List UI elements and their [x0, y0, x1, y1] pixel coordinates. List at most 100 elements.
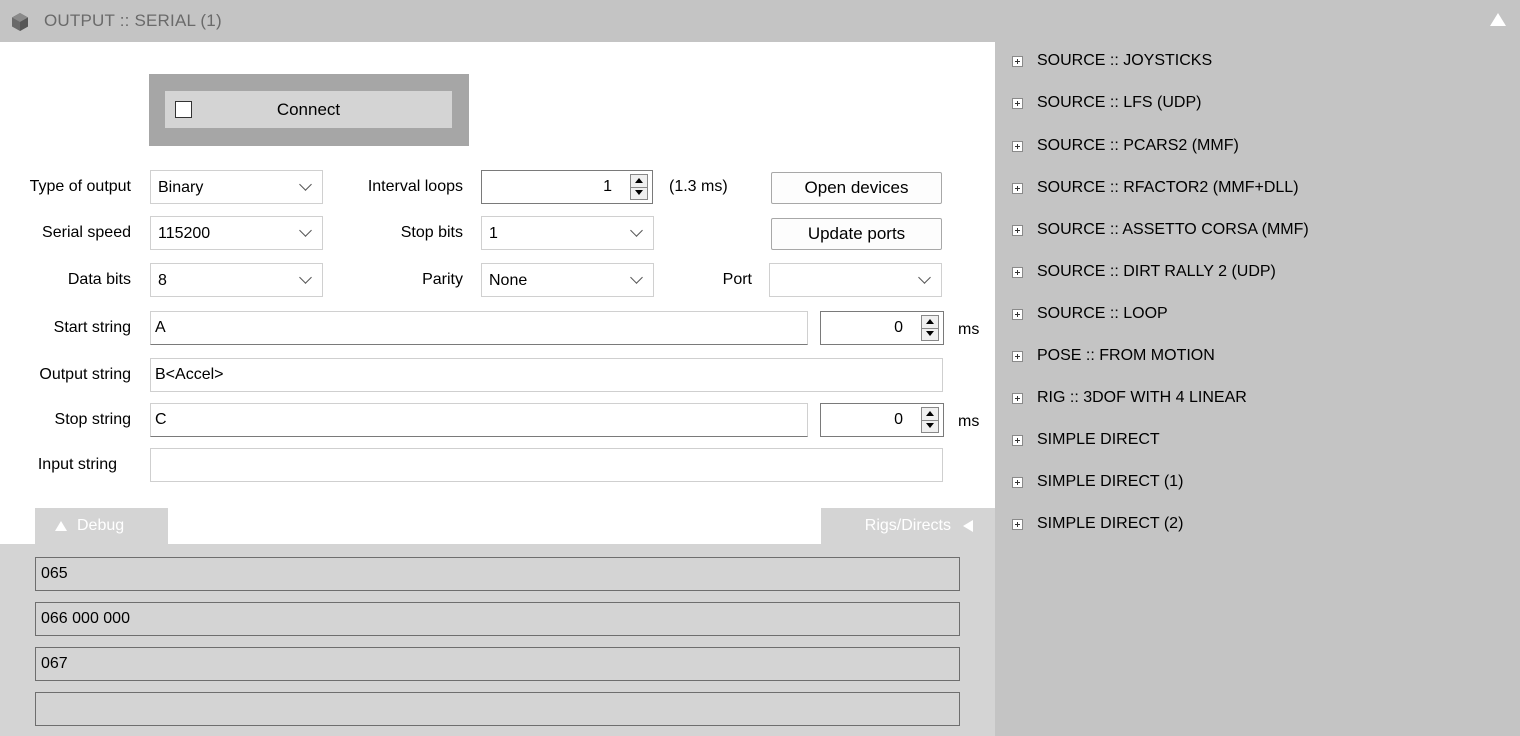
data-bits-label: Data bits	[67, 271, 131, 288]
chevron-down-icon	[299, 178, 312, 191]
tree-item-label: SOURCE :: RFACTOR2 (MMF+DLL)	[1037, 179, 1299, 196]
triangle-up-icon	[55, 521, 67, 531]
tree-item-label: SOURCE :: PCARS2 (MMF)	[1037, 137, 1239, 154]
window-title: OUTPUT :: SERIAL (1)	[44, 11, 222, 30]
plus-box-icon[interactable]	[1012, 350, 1023, 362]
debug-line-text: 067	[41, 655, 68, 672]
title-bar	[0, 0, 1520, 42]
parity-label: Parity	[422, 271, 463, 288]
tree-item[interactable]: SIMPLE DIRECT	[1012, 428, 1160, 452]
tree-item[interactable]: SOURCE :: DIRT RALLY 2 (UDP)	[1012, 260, 1276, 284]
spinner-arrows-icon[interactable]	[921, 407, 939, 433]
tree-item-label: SIMPLE DIRECT (1)	[1037, 473, 1184, 490]
plus-box-icon[interactable]	[1012, 392, 1023, 404]
spinner-arrows-icon[interactable]	[630, 174, 648, 200]
debug-line[interactable]	[35, 692, 960, 726]
start-string-input[interactable]: A	[150, 311, 808, 345]
tree-item-label: RIG :: 3DOF WITH 4 LINEAR	[1037, 389, 1247, 406]
plus-box-icon[interactable]	[1012, 434, 1023, 446]
triangle-up-icon[interactable]	[1490, 13, 1506, 26]
stop-bits-value: 1	[489, 225, 498, 242]
serial-speed-value: 115200	[158, 225, 211, 242]
parity-select[interactable]: None	[481, 263, 654, 297]
spinner-arrows-icon[interactable]	[921, 315, 939, 341]
tree-item[interactable]: SOURCE :: ASSETTO CORSA (MMF)	[1012, 218, 1309, 242]
interval-loops-value: 1	[603, 178, 612, 195]
stop-string-value: C	[155, 411, 167, 428]
stop-delay-value: 0	[894, 411, 903, 428]
connect-button[interactable]: Connect	[165, 91, 452, 128]
tree-item[interactable]: SIMPLE DIRECT (2)	[1012, 512, 1183, 536]
start-delay-spinner[interactable]: 0	[820, 311, 944, 345]
stop-string-label: Stop string	[54, 411, 131, 428]
tree-item[interactable]: SOURCE :: LFS (UDP)	[1012, 91, 1201, 115]
start-delay-unit: ms	[958, 321, 980, 338]
plus-box-icon[interactable]	[1012, 476, 1023, 488]
triangle-left-icon	[963, 520, 973, 532]
plus-box-icon[interactable]	[1012, 266, 1023, 278]
chevron-down-icon	[299, 271, 312, 284]
interval-time-note: (1.3 ms)	[669, 178, 728, 195]
type-of-output-select[interactable]: Binary	[150, 170, 323, 204]
cube-icon	[12, 13, 28, 31]
tab-debug-label: Debug	[77, 517, 125, 534]
tree-item-label: SOURCE :: DIRT RALLY 2 (UDP)	[1037, 263, 1276, 280]
tree-item-label: SIMPLE DIRECT (2)	[1037, 515, 1184, 532]
stop-string-input[interactable]: C	[150, 403, 808, 437]
plus-box-icon[interactable]	[1012, 55, 1023, 67]
data-bits-value: 8	[158, 272, 167, 289]
plus-box-icon[interactable]	[1012, 308, 1023, 320]
stop-bits-select[interactable]: 1	[481, 216, 654, 250]
update-ports-button[interactable]: Update ports	[771, 218, 942, 250]
type-of-output-label: Type of output	[29, 178, 131, 195]
type-of-output-value: Binary	[158, 179, 204, 196]
connect-checkbox[interactable]	[175, 101, 192, 118]
debug-line-text: 066 000 000	[41, 610, 130, 627]
input-string-input[interactable]	[150, 448, 943, 482]
tree-item[interactable]: SOURCE :: LOOP	[1012, 302, 1168, 326]
port-select[interactable]	[769, 263, 942, 297]
tree-item[interactable]: RIG :: 3DOF WITH 4 LINEAR	[1012, 386, 1247, 410]
tab-rigs-directs[interactable]: Rigs/Directs	[821, 508, 995, 544]
data-bits-select[interactable]: 8	[150, 263, 323, 297]
tree-item[interactable]: SOURCE :: JOYSTICKS	[1012, 49, 1212, 73]
start-string-value: A	[155, 319, 166, 336]
plus-box-icon[interactable]	[1012, 182, 1023, 194]
tree-item-label: SOURCE :: JOYSTICKS	[1037, 52, 1213, 69]
stop-delay-spinner[interactable]: 0	[820, 403, 944, 437]
port-label: Port	[722, 271, 752, 288]
debug-line[interactable]: 067	[35, 647, 960, 681]
debug-line-text: 065	[41, 565, 68, 582]
serial-speed-label: Serial speed	[42, 224, 131, 241]
chevron-down-icon	[299, 224, 312, 237]
tree-item-label: POSE :: FROM MOTION	[1037, 347, 1215, 364]
serial-speed-select[interactable]: 115200	[150, 216, 323, 250]
open-devices-button[interactable]: Open devices	[771, 172, 942, 204]
tab-rigs-directs-label: Rigs/Directs	[864, 517, 951, 534]
interval-loops-spinner[interactable]: 1	[481, 170, 653, 204]
tree-item-label: SOURCE :: LFS (UDP)	[1037, 94, 1202, 111]
tree-item[interactable]: SOURCE :: RFACTOR2 (MMF+DLL)	[1012, 176, 1299, 200]
plus-box-icon[interactable]	[1012, 518, 1023, 530]
interval-loops-label: Interval loops	[367, 178, 463, 195]
plus-box-icon[interactable]	[1012, 224, 1023, 236]
tab-debug[interactable]: Debug	[35, 508, 168, 544]
tree-item[interactable]: SOURCE :: PCARS2 (MMF)	[1012, 134, 1239, 158]
tree-item-label: SIMPLE DIRECT	[1037, 431, 1160, 448]
plus-box-icon[interactable]	[1012, 140, 1023, 152]
debug-line[interactable]: 065	[35, 557, 960, 591]
debug-line[interactable]: 066 000 000	[35, 602, 960, 636]
output-string-input[interactable]: B<Accel>	[150, 358, 943, 392]
chevron-down-icon	[918, 271, 931, 284]
output-string-label: Output string	[39, 366, 131, 383]
output-string-value: B<Accel>	[155, 366, 224, 383]
tree-item[interactable]: SIMPLE DIRECT (1)	[1012, 470, 1183, 494]
open-devices-label: Open devices	[804, 178, 909, 197]
connect-button-label: Connect	[276, 99, 341, 119]
plus-box-icon[interactable]	[1012, 97, 1023, 109]
start-delay-value: 0	[894, 319, 903, 336]
parity-value: None	[489, 272, 528, 289]
stop-bits-label: Stop bits	[400, 224, 463, 241]
tree-item[interactable]: POSE :: FROM MOTION	[1012, 344, 1215, 368]
update-ports-label: Update ports	[807, 224, 906, 243]
